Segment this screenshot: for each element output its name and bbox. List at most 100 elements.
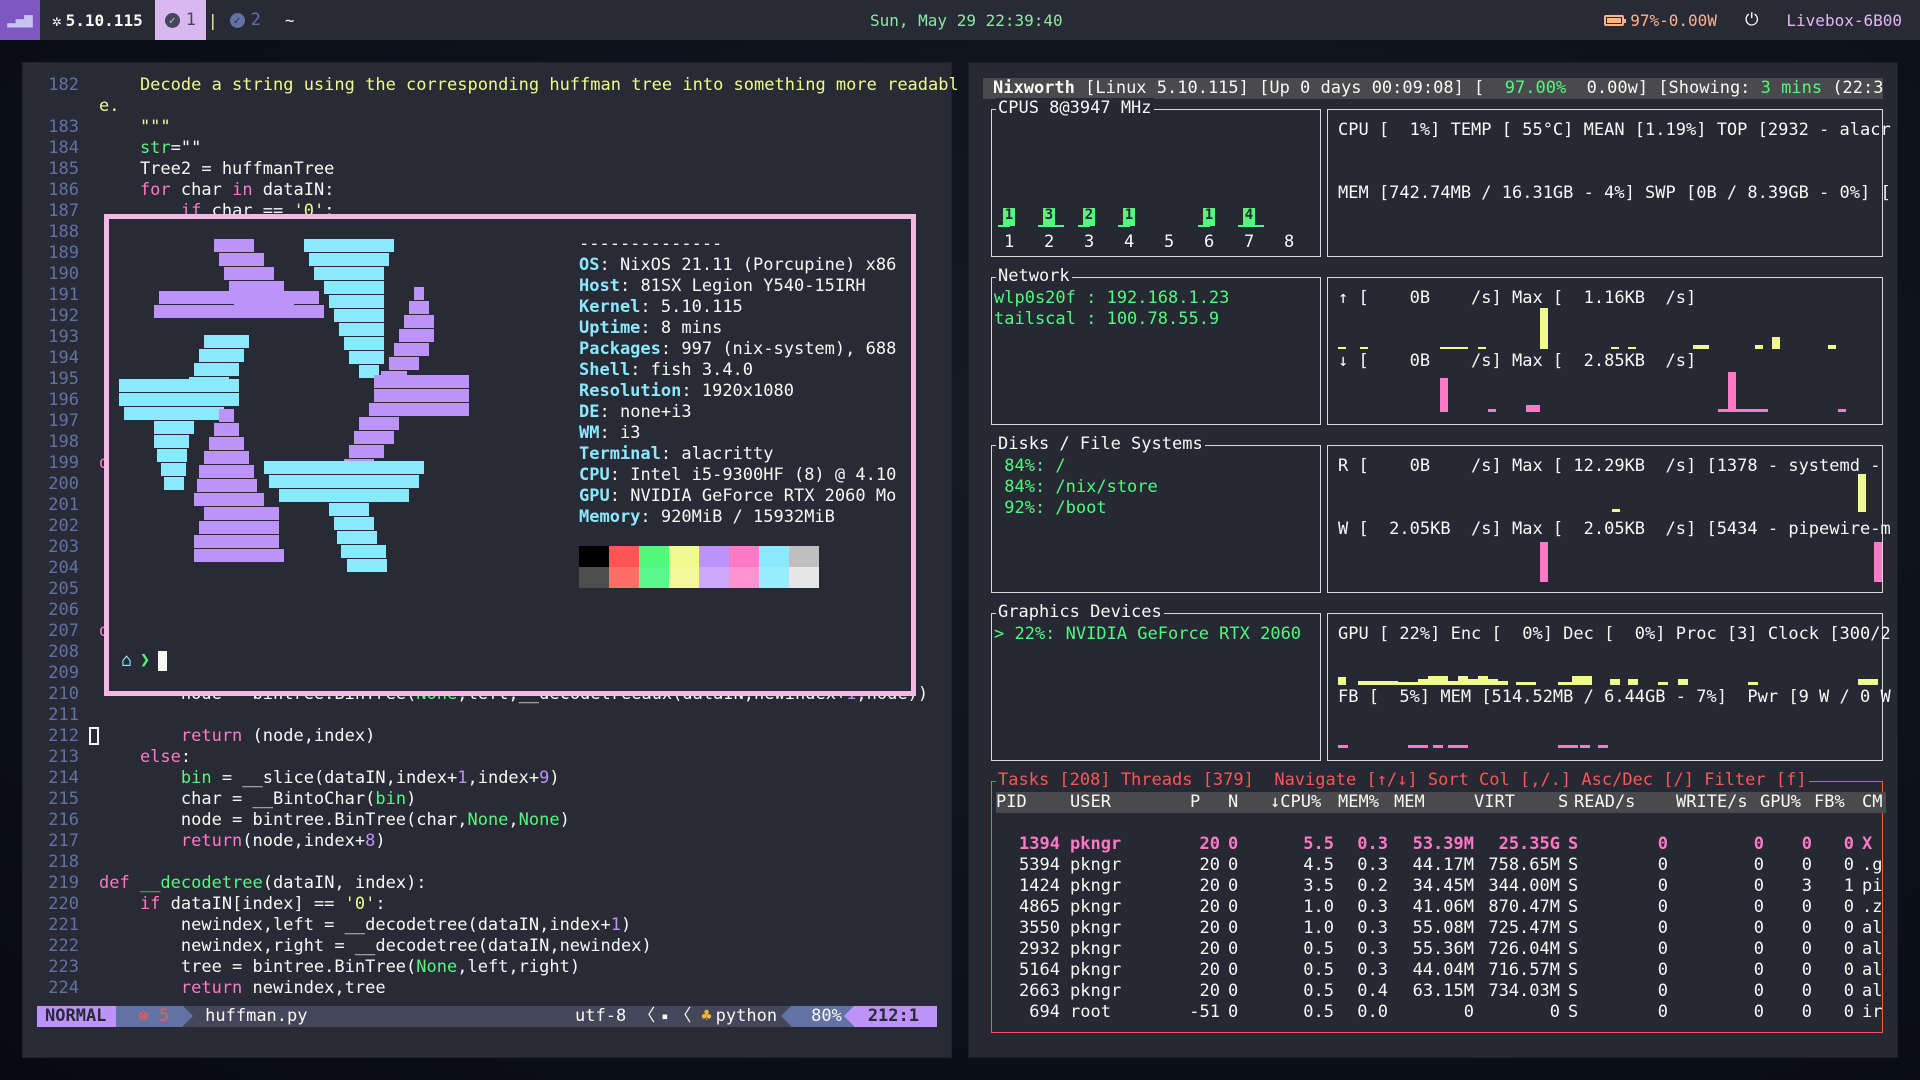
- code-line[interactable]: 213 else:: [23, 747, 951, 768]
- graphics-title: Graphics Devices: [996, 602, 1164, 623]
- column-header[interactable]: GPU%: [1760, 792, 1801, 813]
- process-row[interactable]: 4865 pkngr 20 0 1.0 0.3 41.06M 870.47M S 0 0 0 0 .z: [996, 897, 1886, 918]
- code-line[interactable]: 221 newindex,left = __decodetree(dataIN,…: [23, 915, 951, 936]
- column-header[interactable]: S: [1558, 792, 1568, 813]
- system-monitor-window[interactable]: Nixworth [Linux 5.10.115] [Up 0 days 00:…: [968, 62, 1898, 1058]
- column-header[interactable]: CM: [1862, 792, 1882, 813]
- cpu-core-baseline: [1078, 225, 1090, 227]
- separator-glyph: 〈: [674, 1006, 692, 1026]
- line-number: 214: [48, 768, 79, 788]
- network-name[interactable]: Livebox-6B00: [1786, 11, 1902, 30]
- process-row[interactable]: 1394 pkngr 20 0 5.5 0.3 53.39M 25.35G S 0 0 0 0 X: [996, 834, 1886, 855]
- info-row: DE: none+i3: [579, 402, 692, 422]
- code-line[interactable]: 212 return (node,index): [23, 726, 951, 747]
- shell-prompt[interactable]: ⌂ ❯: [121, 650, 168, 671]
- workspace-2[interactable]: 2: [220, 0, 271, 40]
- gutter: [89, 684, 99, 705]
- floating-terminal[interactable]: -------------- OS: NixOS 21.11 (Porcupin…: [104, 214, 916, 696]
- process-row[interactable]: 2663 pkngr 20 0 0.5 0.4 63.15M 734.03M S 0 0 0 0 al: [996, 981, 1886, 1002]
- info-row: CPU: Intel i5-9300HF (8) @ 4.10: [579, 465, 897, 485]
- power-icon[interactable]: ⏻: [1745, 10, 1758, 30]
- column-header[interactable]: N: [1228, 792, 1238, 813]
- code-line[interactable]: 185 Tree2 = huffmanTree: [23, 159, 951, 180]
- column-header[interactable]: WRITE/s: [1676, 792, 1748, 813]
- column-header[interactable]: USER: [1070, 792, 1111, 813]
- nixos-logo-art: [119, 239, 469, 572]
- process-row[interactable]: 694 root -51 0 0.5 0.0 0 0 S 0 0 0 0 ir: [996, 1002, 1886, 1023]
- column-header[interactable]: ↓CPU%: [1270, 792, 1321, 813]
- process-cell: 5164: [1019, 960, 1060, 980]
- info-row: Host: 81SX Legion Y540-15IRH: [579, 276, 866, 296]
- code-line[interactable]: 220 if dataIN[index] == '0':: [23, 894, 951, 915]
- process-row[interactable]: 1424 pkngr 20 0 3.5 0.2 34.45M 344.00M S 0 0 3 1 pi: [996, 876, 1886, 897]
- line-number: 209: [48, 663, 79, 683]
- code-line[interactable]: 219 def __decodetree (dataIN, index):: [23, 873, 951, 894]
- process-cell: 0: [1843, 897, 1854, 917]
- code-line[interactable]: 182 Decode a string using the correspond…: [23, 75, 958, 96]
- logo-stripe: [269, 475, 419, 488]
- download-spark: [1488, 409, 1496, 412]
- logo-stripe: [194, 363, 239, 376]
- gpu-usage-spark: [1458, 676, 1468, 685]
- code-line[interactable]: 215 char = __BintoChar(bin): [23, 789, 951, 810]
- code-line[interactable]: 224 return newindex,tree: [23, 978, 951, 999]
- process-cell: 0: [1228, 876, 1239, 896]
- code-line[interactable]: 186 for char in dataIN:: [23, 180, 951, 201]
- workspace-1[interactable]: 1: [154, 0, 206, 40]
- column-header[interactable]: FB%: [1814, 792, 1845, 813]
- code-line[interactable]: 184 str ="": [23, 138, 951, 159]
- process-cell: 0.4: [1357, 981, 1388, 1001]
- process-cell: pkngr: [1070, 897, 1122, 917]
- column-header[interactable]: MEM%: [1338, 792, 1379, 813]
- process-cell: S: [1568, 1002, 1579, 1022]
- logo-stripe: [197, 479, 257, 492]
- battery-status[interactable]: 97%-0.00W: [1604, 11, 1717, 30]
- info-row: OS: NixOS 21.11 (Porcupine) x86: [579, 255, 897, 275]
- process-cell: 0: [1843, 960, 1854, 980]
- code-line[interactable]: e.: [23, 96, 951, 117]
- column-header[interactable]: PID: [996, 792, 1027, 813]
- info-value: 920MiB / 15932MiB: [660, 507, 835, 527]
- code-line[interactable]: 222 newindex,right = __decodetree(dataIN…: [23, 936, 951, 957]
- process-row[interactable]: 3550 pkngr 20 0 1.0 0.3 55.08M 725.47M S 0 0 0 0 al: [996, 918, 1886, 939]
- process-cell: 0: [1801, 960, 1812, 980]
- column-header[interactable]: P: [1190, 792, 1200, 813]
- column-header[interactable]: MEM: [1394, 792, 1425, 813]
- gpu-mem-spark: [1558, 745, 1578, 748]
- process-list[interactable]: Tasks [208] Threads [379] Navigate [↑/↓]…: [991, 770, 1886, 1033]
- line-number: 185: [48, 159, 79, 179]
- column-header[interactable]: READ/s: [1574, 792, 1635, 813]
- process-cell: 0.5: [1303, 1002, 1334, 1022]
- code-line[interactable]: 183 """: [23, 117, 951, 138]
- code-token: bin: [99, 768, 212, 788]
- file-name: huffman.py: [205, 1006, 308, 1026]
- gpu-mem-spark: [1598, 745, 1608, 748]
- error-count[interactable]: ⊗ 5: [116, 1006, 193, 1027]
- process-cell: 1.0: [1303, 897, 1334, 917]
- process-row[interactable]: 5394 pkngr 20 0 4.5 0.3 44.17M 758.65M S 0 0 0 0 .g: [996, 855, 1886, 876]
- process-cell: 726.04M: [1488, 939, 1560, 959]
- info-row: Resolution: 1920x1080: [579, 381, 794, 401]
- line-number: 182: [48, 75, 79, 95]
- cpu-core-label: 7: [1244, 232, 1255, 252]
- process-cell: 5.5: [1303, 834, 1334, 854]
- code-line[interactable]: 211: [23, 705, 951, 726]
- process-row[interactable]: 5164 pkngr 20 0 0.5 0.3 44.04M 716.57M S 0 0 0 0 al: [996, 960, 1886, 981]
- clock[interactable]: Sun, May 29 22:39:40: [870, 11, 1063, 30]
- code-line[interactable]: 218: [23, 852, 951, 873]
- code-line[interactable]: 217 return (node,index+ 8): [23, 831, 951, 852]
- process-cell: pkngr: [1070, 960, 1122, 980]
- process-table-header[interactable]: PID USER P N ↓CPU% MEM% MEM VIRT S READ/s WRITE/s G…: [996, 792, 1886, 813]
- code-token: newindex,right = __decodetree(dataIN,new…: [99, 936, 652, 956]
- info-value: 997 (nix-system), 688: [681, 339, 897, 359]
- line-number: 186: [48, 180, 79, 200]
- code-line[interactable]: 216 node = bintree.BinTree(char, None, Non…: [23, 810, 951, 831]
- column-header[interactable]: VIRT: [1474, 792, 1515, 813]
- interface-tailscale: tailscal : 100.78.55.9: [994, 309, 1220, 329]
- code-line[interactable]: 223 tree = bintree.BinTree(None ,left,rig…: [23, 957, 951, 978]
- code-line[interactable]: 214 bin = __slice(dataIN,index+ 1 ,index+ 9…: [23, 768, 951, 789]
- gpu-usage-spark: [1678, 679, 1688, 685]
- kernel-indicator: ✲ 5.10.115: [40, 0, 155, 40]
- process-row[interactable]: 2932 pkngr 20 0 0.5 0.3 55.36M 726.04M S 0 0 0 0 al: [996, 939, 1886, 960]
- signal-bars-icon[interactable]: ▂▄▆: [0, 0, 40, 40]
